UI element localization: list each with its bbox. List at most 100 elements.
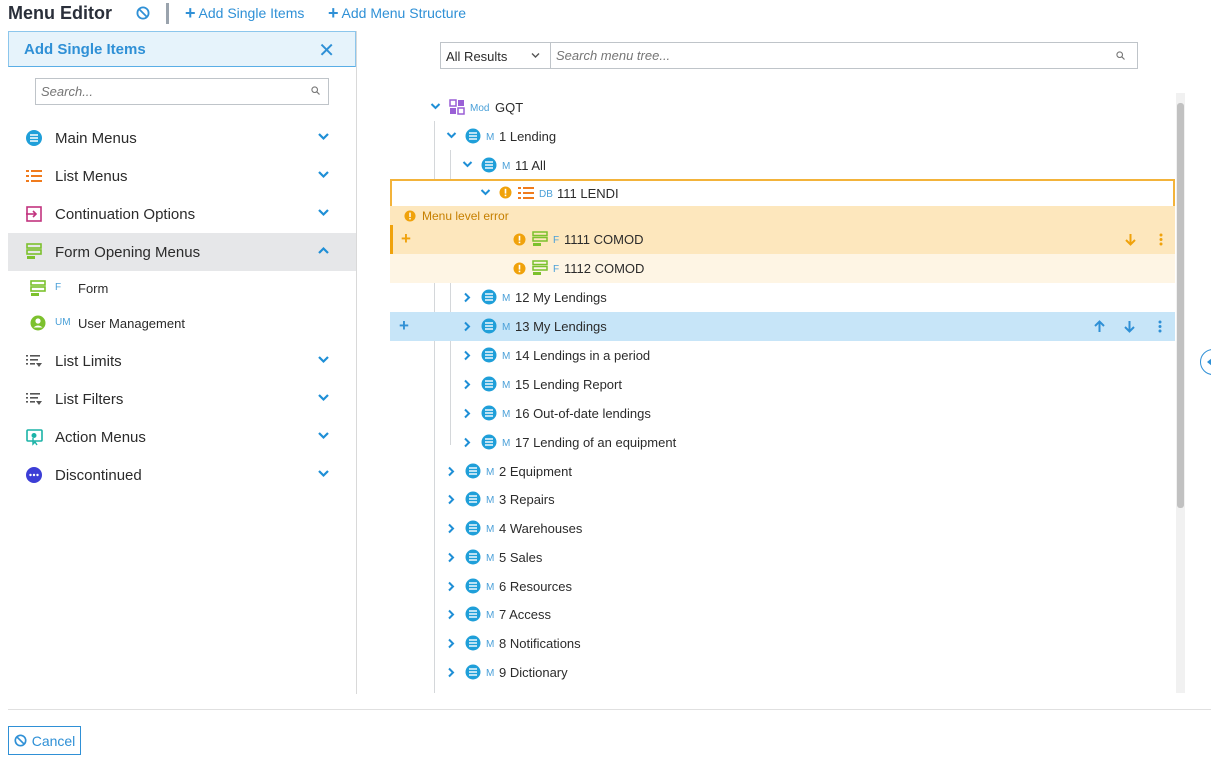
node-label: 111 LENDI <box>557 186 619 201</box>
close-icon[interactable]: ✕ <box>318 38 335 63</box>
tree-node-warning[interactable]: F 1112 COMOD <box>390 254 1175 283</box>
chevron-right-icon[interactable] <box>447 581 456 592</box>
node-label: 7 Access <box>499 607 552 622</box>
category-list-filters[interactable]: List Filters <box>8 380 356 418</box>
add-icon[interactable]: + <box>401 229 411 249</box>
chevron-right-icon[interactable] <box>463 408 472 419</box>
add-icon[interactable]: + <box>399 316 409 336</box>
category-discontinued[interactable]: Discontinued <box>8 456 356 494</box>
chevron-right-icon[interactable] <box>447 466 456 477</box>
list-menu-icon <box>518 187 534 199</box>
add-single-items-panel: Add Single Items ✕ Main Menus List Menus… <box>8 31 357 694</box>
side-panel-toggle[interactable] <box>1200 349 1211 375</box>
chevron-down-icon[interactable] <box>430 102 441 111</box>
node-type-tag: Mod <box>470 103 490 114</box>
tree-node-module[interactable]: Mod GQT <box>390 93 1175 122</box>
menu-icon <box>481 376 497 392</box>
tree-node[interactable]: M 14 Lendings in a period <box>390 341 1175 370</box>
node-type-tag: M <box>502 409 511 420</box>
chevron-right-icon[interactable] <box>447 523 456 534</box>
move-down-icon[interactable] <box>1125 233 1136 246</box>
tree-node[interactable]: M 7 Access <box>390 600 1175 629</box>
tree-node[interactable]: M 2 Equipment <box>390 457 1175 486</box>
node-label: 15 Lending Report <box>515 377 622 392</box>
disable-icon[interactable] <box>136 6 150 20</box>
more-options-icon[interactable] <box>1159 233 1163 246</box>
chevron-down-icon[interactable] <box>317 355 330 364</box>
menu-icon <box>465 635 481 651</box>
node-label: 6 Resources <box>499 579 572 594</box>
chevron-right-icon[interactable] <box>463 350 472 361</box>
chevron-down-icon[interactable] <box>317 132 330 141</box>
chevron-right-icon[interactable] <box>447 552 456 563</box>
add-menu-structure-button[interactable]: + Add Menu Structure <box>328 4 466 22</box>
panel-search-input[interactable] <box>36 79 296 104</box>
cancel-button[interactable]: Cancel <box>8 726 81 755</box>
form-icon <box>30 280 46 296</box>
chevron-right-icon[interactable] <box>447 609 456 620</box>
tree-node-warning[interactable]: + F 1111 COMOD <box>390 225 1175 254</box>
category-list-limits[interactable]: List Limits <box>8 342 356 380</box>
menu-level-error-label: Menu level error <box>404 209 509 223</box>
chevron-right-icon[interactable] <box>463 292 472 303</box>
node-type-tag: M <box>486 639 495 650</box>
chevron-right-icon[interactable] <box>463 321 472 332</box>
tree-node[interactable]: M 9 Dictionary <box>390 658 1175 687</box>
tree-node[interactable]: M 17 Lending of an equipment <box>390 428 1175 457</box>
tree-node[interactable]: M 15 Lending Report <box>390 370 1175 399</box>
menu-icon <box>465 128 481 144</box>
sub-item-form[interactable]: F Form <box>8 271 356 306</box>
move-up-icon[interactable] <box>1094 320 1105 333</box>
chevron-down-icon[interactable] <box>317 208 330 217</box>
move-down-icon[interactable] <box>1124 320 1135 333</box>
tree-search-box <box>551 42 1138 69</box>
menu-icon <box>481 405 497 421</box>
search-icon[interactable] <box>1116 51 1125 60</box>
add-single-items-label: Add Single Items <box>198 5 305 21</box>
tree-node-selected[interactable]: + M 13 My Lendings <box>390 312 1175 341</box>
chevron-right-icon[interactable] <box>463 437 472 448</box>
node-type-tag: M <box>486 132 495 143</box>
chevron-up-icon[interactable] <box>317 246 330 255</box>
tree-node[interactable]: M 4 Warehouses <box>390 514 1175 543</box>
chevron-down-icon[interactable] <box>317 431 330 440</box>
category-main-menus[interactable]: Main Menus <box>8 119 356 157</box>
tree-node[interactable]: M 6 Resources <box>390 572 1175 601</box>
chevron-down-icon[interactable] <box>446 131 457 140</box>
tree-node[interactable]: M 12 My Lendings <box>390 283 1175 312</box>
chevron-right-icon[interactable] <box>447 638 456 649</box>
item-type-tag: F <box>55 282 62 293</box>
tree-node[interactable]: M 8 Notifications <box>390 629 1175 658</box>
tree-node[interactable]: M 16 Out-of-date lendings <box>390 399 1175 428</box>
list-menu-icon <box>26 170 42 182</box>
results-filter-select[interactable]: All Results <box>440 42 551 69</box>
tree-node[interactable]: M 3 Repairs <box>390 485 1175 514</box>
chevron-down-icon[interactable] <box>317 170 330 179</box>
tree-node[interactable]: M 11 All <box>390 151 1175 180</box>
chevron-down-icon[interactable] <box>317 393 330 402</box>
chevron-down-icon[interactable] <box>462 160 473 169</box>
form-menu-icon <box>532 231 548 246</box>
node-label: 4 Warehouses <box>499 521 583 536</box>
tree-node-warning[interactable]: DB 111 LENDI <box>390 179 1175 208</box>
menu-icon <box>465 491 481 507</box>
chevron-right-icon[interactable] <box>447 667 456 678</box>
tree-search-input[interactable] <box>551 43 1101 68</box>
tree-scrollbar-thumb[interactable] <box>1177 103 1184 508</box>
add-single-items-button[interactable]: + Add Single Items <box>185 4 305 22</box>
chevron-right-icon[interactable] <box>463 379 472 390</box>
chevron-down-icon[interactable] <box>480 188 491 197</box>
warning-icon <box>513 262 526 275</box>
category-list-menus[interactable]: List Menus <box>8 157 356 195</box>
search-icon[interactable] <box>311 86 320 95</box>
tree-node[interactable]: M 1 Lending <box>390 122 1175 151</box>
more-options-icon[interactable] <box>1158 320 1162 333</box>
category-action-menus[interactable]: Action Menus <box>8 418 356 456</box>
chevron-right-icon[interactable] <box>447 494 456 505</box>
category-continuation-options[interactable]: Continuation Options <box>8 195 356 233</box>
sub-item-user-management[interactable]: UM User Management <box>8 306 356 341</box>
category-form-opening-menus[interactable]: Form Opening Menus <box>8 233 356 271</box>
tree-node[interactable]: M 5 Sales <box>390 543 1175 572</box>
list-filters-icon <box>26 393 42 405</box>
chevron-down-icon[interactable] <box>317 469 330 478</box>
